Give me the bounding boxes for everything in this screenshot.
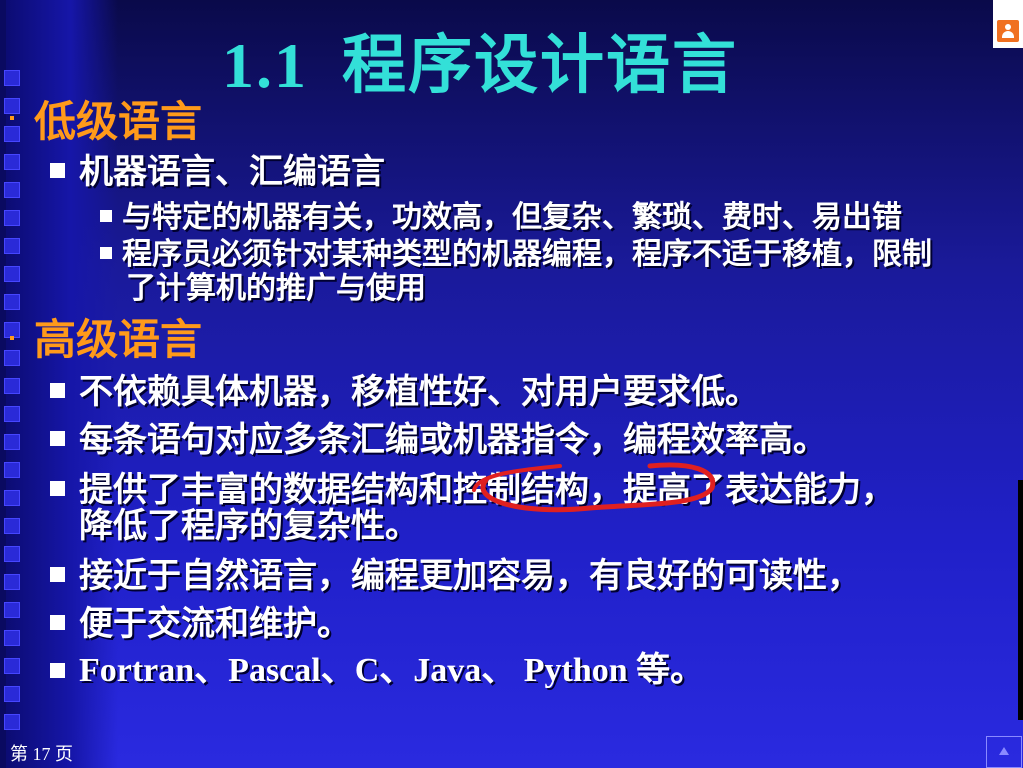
page-number: 第 17 页: [10, 744, 73, 764]
list-item: 便于交流和维护。: [50, 596, 351, 645]
square-bullet-icon: [50, 383, 65, 398]
list-item: 不依赖具体机器，移植性好、对用户要求低。: [50, 364, 759, 413]
heading-bullet-dot: [10, 336, 14, 340]
title-number: 1.1: [222, 30, 308, 101]
list-item: Fortran、Pascal、C、Java、 Python 等。: [50, 642, 704, 691]
home-icon: [999, 747, 1009, 755]
square-bullet-icon: [100, 246, 112, 259]
square-bullet-icon: [50, 481, 65, 496]
heading-bullet-dot: [10, 116, 14, 120]
list-item: 接近于自然语言，编程更加容易，有良好的可读性，: [50, 548, 861, 597]
list-item-continuation: 降低了程序的复杂性。: [79, 506, 419, 546]
square-bullet-icon: [50, 163, 65, 178]
user-avatar-icon: [997, 20, 1019, 42]
right-edge-shadow: [1018, 480, 1023, 720]
section-heading-low-level: 低级语言: [34, 97, 203, 146]
home-button[interactable]: [986, 736, 1022, 768]
user-avatar-button[interactable]: [993, 0, 1023, 48]
list-item: 每条语句对应多条汇编或机器指令，编程效率高。: [50, 412, 827, 461]
square-bullet-icon: [50, 662, 65, 678]
square-bullet-icon: [100, 209, 112, 222]
title-text: 程序设计语言: [342, 30, 738, 101]
sub-list-item-continuation: 了计算机的推广与使用: [126, 271, 426, 306]
square-bullet-icon: [50, 615, 65, 630]
square-bullet-icon: [50, 431, 65, 446]
decorative-squares: [4, 70, 26, 742]
slide-title: 1.1 程序设计语言: [222, 14, 738, 101]
section-heading-high-level: 高级语言: [34, 315, 203, 364]
list-item: 机器语言、汇编语言: [50, 144, 385, 193]
square-bullet-icon: [50, 567, 65, 582]
